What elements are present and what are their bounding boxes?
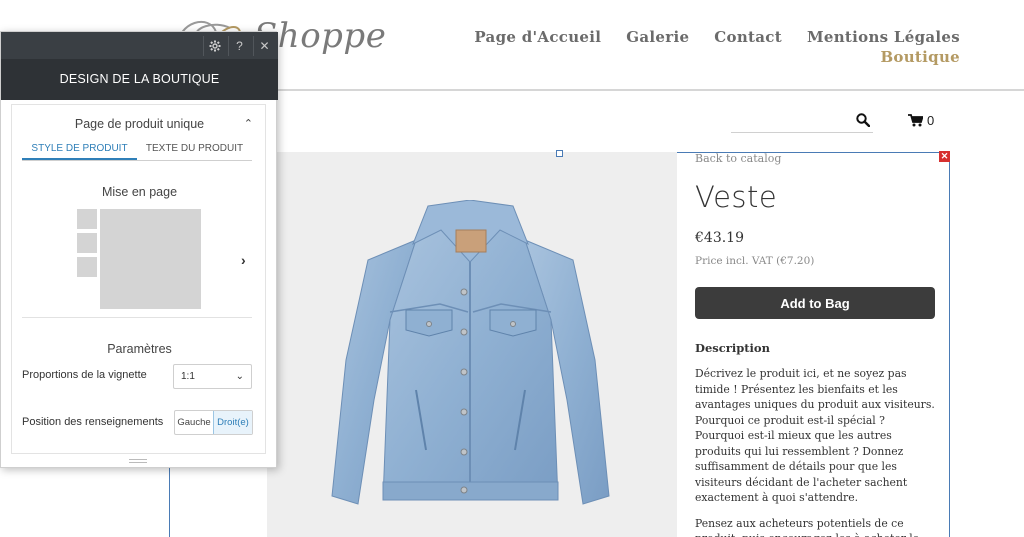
info-position-right[interactable]: Droit(e) (213, 411, 252, 434)
panel-resize-grip[interactable] (129, 459, 147, 463)
close-icon[interactable]: ✕ (939, 151, 950, 162)
cart-icon (908, 114, 923, 127)
chevron-right-icon[interactable]: › (241, 252, 246, 268)
chevron-up-icon[interactable]: ⌃ (244, 117, 253, 130)
description-heading: Description (695, 341, 770, 355)
info-position-left[interactable]: Gauche (175, 411, 213, 434)
close-panel-icon[interactable]: ✕ (253, 36, 275, 56)
thumb-ratio-value: 1:1 (181, 371, 195, 382)
layout-thumb-large (100, 209, 201, 309)
help-icon[interactable]: ? (228, 36, 250, 56)
product-info: Back to catalog Veste €43.19 Price incl.… (695, 152, 937, 537)
main-nav: Page d'Accueil Galerie Contact Mentions … (474, 28, 960, 46)
layout-thumb-small (77, 257, 97, 277)
back-to-catalog-link[interactable]: Back to catalog (695, 152, 937, 166)
nav-contact[interactable]: Contact (714, 28, 782, 46)
shop-design-panel: ? ✕ DESIGN DE LA BOUTIQUE Page de produi… (0, 31, 278, 468)
params-label: Paramètres (107, 342, 172, 356)
product-title: Veste (695, 180, 778, 214)
panel-tabs: STYLE DE PRODUIT TEXTE DU PRODUIT (22, 141, 252, 161)
panel-titlebar[interactable]: ? ✕ (1, 32, 278, 59)
description-text: Décrivez le produit ici, et ne soyez pas… (695, 367, 935, 504)
gear-icon[interactable] (203, 36, 225, 56)
info-position-label: Position des renseignements (22, 416, 164, 428)
layout-label: Mise en page (101, 185, 178, 199)
search-icon[interactable] (856, 113, 870, 127)
panel-body: Page de produit unique ⌃ STYLE DE PRODUI… (11, 104, 266, 454)
thumb-ratio-label: Proportions de la vignette (22, 369, 147, 381)
layout-thumb-small (77, 209, 97, 229)
nav-gallery[interactable]: Galerie (626, 28, 689, 46)
product-vat: Price incl. VAT (€7.20) (695, 255, 815, 267)
resize-handle[interactable] (556, 150, 563, 157)
section-title[interactable]: Page de produit unique (12, 117, 267, 131)
cart-count: 0 (927, 113, 935, 128)
layout-thumb-small (77, 233, 97, 253)
thumb-ratio-select[interactable]: 1:1 ⌄ (173, 364, 252, 389)
product-price: €43.19 (695, 230, 744, 246)
divider (22, 317, 252, 318)
chevron-down-icon: ⌄ (235, 371, 244, 382)
nav-shop[interactable]: Boutique (880, 48, 960, 66)
nav-legal[interactable]: Mentions Légales (807, 28, 960, 46)
nav-home[interactable]: Page d'Accueil (474, 28, 601, 46)
tab-product-style[interactable]: STYLE DE PRODUIT (22, 141, 137, 160)
cart-button[interactable]: 0 (908, 113, 934, 128)
search-input[interactable] (731, 132, 873, 133)
description-text-2: Pensez aux acheteurs potentiels de ce pr… (695, 516, 919, 537)
product-image[interactable] (328, 200, 613, 512)
info-position-toggle: Gauche Droit(e) (174, 410, 253, 435)
panel-title: DESIGN DE LA BOUTIQUE (1, 59, 278, 100)
add-to-bag-button[interactable]: Add to Bag (695, 287, 935, 319)
tab-product-text[interactable]: TEXTE DU PRODUIT (137, 141, 252, 160)
